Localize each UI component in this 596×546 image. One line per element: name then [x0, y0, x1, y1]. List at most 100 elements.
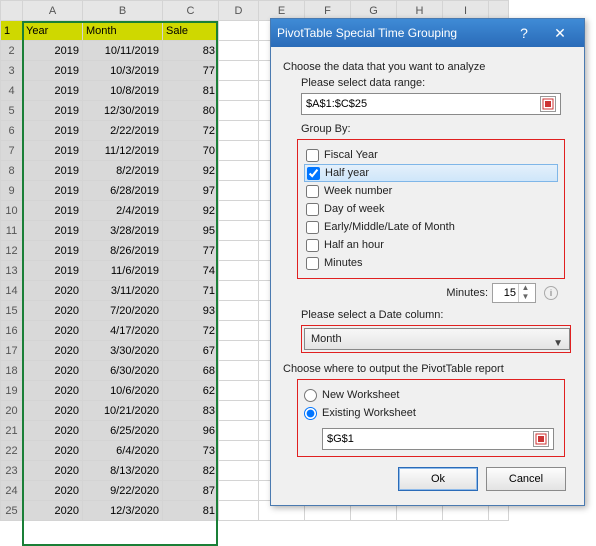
cell[interactable]: 71 — [163, 281, 219, 301]
cell[interactable]: 2019 — [23, 221, 83, 241]
row-header[interactable]: 18 — [1, 361, 23, 381]
cell[interactable] — [219, 81, 259, 101]
help-button[interactable]: ? — [506, 25, 542, 41]
cell[interactable]: 2019 — [23, 261, 83, 281]
spin-down-icon[interactable]: ▼ — [518, 293, 532, 302]
row-header[interactable]: 23 — [1, 461, 23, 481]
row-header[interactable]: 24 — [1, 481, 23, 501]
row-header[interactable]: 9 — [1, 181, 23, 201]
cell[interactable]: 2019 — [23, 141, 83, 161]
cell[interactable]: 83 — [163, 41, 219, 61]
chk-day-of-week[interactable]: Day of week — [304, 200, 558, 218]
cell[interactable]: 12/30/2019 — [83, 101, 163, 121]
cell[interactable]: 2020 — [23, 481, 83, 501]
cell[interactable]: 10/8/2019 — [83, 81, 163, 101]
cell[interactable]: 10/6/2020 — [83, 381, 163, 401]
row-header[interactable]: 19 — [1, 381, 23, 401]
chk-fiscal-year[interactable]: Fiscal Year — [304, 146, 558, 164]
cell[interactable]: 8/2/2019 — [83, 161, 163, 181]
cell[interactable]: 6/4/2020 — [83, 441, 163, 461]
cell[interactable]: 2019 — [23, 41, 83, 61]
cell[interactable] — [219, 361, 259, 381]
cell[interactable]: 77 — [163, 241, 219, 261]
cell[interactable]: 2/22/2019 — [83, 121, 163, 141]
row-header[interactable]: 3 — [1, 61, 23, 81]
cell[interactable]: 9/22/2020 — [83, 481, 163, 501]
cell[interactable]: 67 — [163, 341, 219, 361]
cell[interactable]: 2020 — [23, 341, 83, 361]
cell[interactable] — [219, 41, 259, 61]
cell[interactable]: 2019 — [23, 201, 83, 221]
cell[interactable]: 10/11/2019 — [83, 41, 163, 61]
cell[interactable]: 82 — [163, 461, 219, 481]
row-header[interactable]: 4 — [1, 81, 23, 101]
cell[interactable] — [219, 481, 259, 501]
cell[interactable] — [219, 461, 259, 481]
cell[interactable]: 2019 — [23, 81, 83, 101]
cell[interactable]: 2020 — [23, 421, 83, 441]
cell[interactable]: Month — [83, 21, 163, 41]
cell[interactable]: 3/30/2020 — [83, 341, 163, 361]
cell[interactable]: 10/21/2020 — [83, 401, 163, 421]
chk-half-hour[interactable]: Half an hour — [304, 236, 558, 254]
row-header[interactable]: 10 — [1, 201, 23, 221]
chk-week-number[interactable]: Week number — [304, 182, 558, 200]
dialog-titlebar[interactable]: PivotTable Special Time Grouping ? ✕ — [271, 19, 584, 47]
cell[interactable]: 93 — [163, 301, 219, 321]
minutes-spinner[interactable]: ▲▼ — [492, 283, 536, 303]
row-header[interactable]: 12 — [1, 241, 23, 261]
cell[interactable]: 11/12/2019 — [83, 141, 163, 161]
radio-existing-worksheet[interactable]: Existing Worksheet — [304, 404, 558, 422]
row-header[interactable]: 13 — [1, 261, 23, 281]
cell[interactable] — [219, 441, 259, 461]
row-header[interactable]: 15 — [1, 301, 23, 321]
row-header[interactable]: 20 — [1, 401, 23, 421]
cell[interactable]: 97 — [163, 181, 219, 201]
row-header[interactable]: 7 — [1, 141, 23, 161]
row-header[interactable]: 25 — [1, 501, 23, 521]
row-header[interactable]: 2 — [1, 41, 23, 61]
cell[interactable]: 92 — [163, 161, 219, 181]
cell[interactable]: 2020 — [23, 361, 83, 381]
row-header[interactable]: 16 — [1, 321, 23, 341]
minutes-input[interactable] — [493, 287, 518, 299]
cell[interactable]: 8/26/2019 — [83, 241, 163, 261]
row-header[interactable]: 6 — [1, 121, 23, 141]
row-header[interactable]: 11 — [1, 221, 23, 241]
cell[interactable]: 2020 — [23, 461, 83, 481]
cell[interactable]: 2019 — [23, 161, 83, 181]
close-button[interactable]: ✕ — [542, 25, 578, 42]
row-header[interactable]: 8 — [1, 161, 23, 181]
corner-cell[interactable] — [1, 1, 23, 21]
cell[interactable]: 2020 — [23, 321, 83, 341]
row-header[interactable]: 17 — [1, 341, 23, 361]
col-header[interactable]: D — [219, 1, 259, 21]
cell[interactable] — [219, 261, 259, 281]
cell[interactable]: 7/20/2020 — [83, 301, 163, 321]
cell[interactable]: 10/3/2019 — [83, 61, 163, 81]
cell[interactable]: 2019 — [23, 241, 83, 261]
cell[interactable]: 6/25/2020 — [83, 421, 163, 441]
cell[interactable]: 2019 — [23, 181, 83, 201]
range-selector-icon[interactable] — [533, 431, 549, 447]
cell[interactable]: 2020 — [23, 401, 83, 421]
cell[interactable]: Year — [23, 21, 83, 41]
row-header[interactable]: 21 — [1, 421, 23, 441]
cell[interactable]: 2020 — [23, 441, 83, 461]
cell[interactable]: 3/28/2019 — [83, 221, 163, 241]
cell[interactable]: 6/28/2019 — [83, 181, 163, 201]
col-header[interactable]: A — [23, 1, 83, 21]
cell[interactable]: 2020 — [23, 281, 83, 301]
cell[interactable] — [219, 281, 259, 301]
cell[interactable] — [219, 241, 259, 261]
cell[interactable]: 72 — [163, 321, 219, 341]
cell[interactable]: 4/17/2020 — [83, 321, 163, 341]
cell[interactable]: 2020 — [23, 381, 83, 401]
cell[interactable]: 77 — [163, 61, 219, 81]
cell[interactable] — [219, 121, 259, 141]
cell[interactable]: 11/6/2019 — [83, 261, 163, 281]
cell[interactable]: 2020 — [23, 301, 83, 321]
cell[interactable] — [219, 181, 259, 201]
cell[interactable] — [219, 221, 259, 241]
cell[interactable]: 12/3/2020 — [83, 501, 163, 521]
